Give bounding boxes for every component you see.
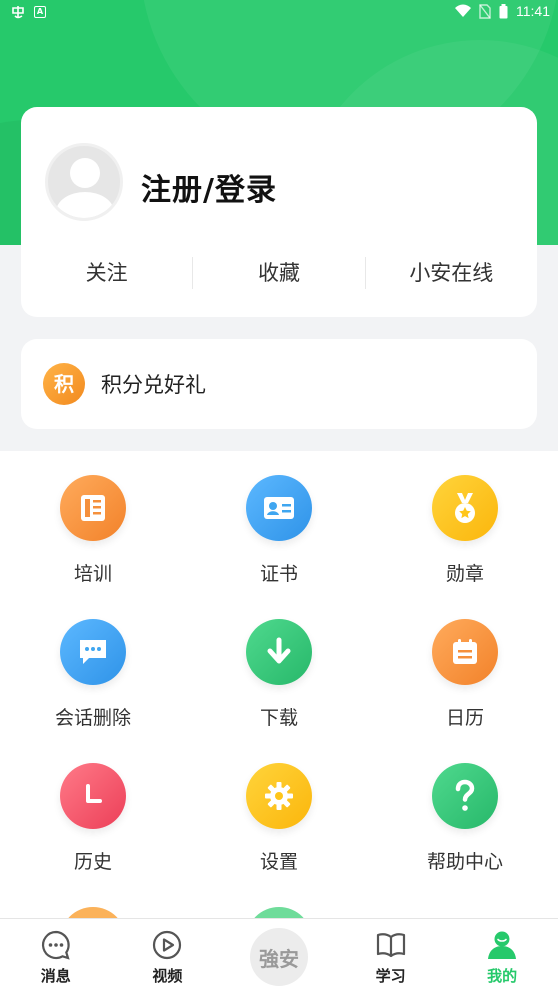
grid-item-settings[interactable]: 设置 xyxy=(186,763,372,874)
certificate-icon xyxy=(246,475,312,541)
stat-favorites[interactable]: 收藏 xyxy=(193,255,364,291)
grid-label: 帮助中心 xyxy=(426,851,503,873)
tab-label: 消息 xyxy=(40,967,71,985)
wifi-icon xyxy=(455,4,471,17)
tab-video[interactable]: 视频 xyxy=(112,919,224,992)
tab-label: 视频 xyxy=(152,967,183,985)
no-sim-icon xyxy=(479,3,491,19)
points-exchange-label: 积分兑好礼 xyxy=(101,373,206,397)
grid-item-calendar[interactable]: 日历 xyxy=(372,619,558,730)
grid-label: 设置 xyxy=(259,851,298,873)
login-register-link[interactable]: 注册/登录 xyxy=(141,165,277,209)
clock-icon xyxy=(60,763,126,829)
function-grid: 培训 证书 勋章 会话删除 下载 日历 历史 设置 帮助中心 xyxy=(0,451,558,973)
grid-label: 证书 xyxy=(259,563,298,585)
tab-study[interactable]: 学习 xyxy=(335,919,447,992)
message-icon xyxy=(0,919,112,965)
grid-item-medal[interactable]: 勋章 xyxy=(372,475,558,586)
grid-label: 下载 xyxy=(259,707,298,729)
chat-bubble-icon xyxy=(60,619,126,685)
stat-online-service[interactable]: 小安在线 xyxy=(366,255,537,291)
grid-label: 勋章 xyxy=(445,563,484,585)
center-logo: 強安 xyxy=(249,928,308,986)
points-exchange-card[interactable]: 积 积分兑好礼 xyxy=(21,339,537,429)
video-icon xyxy=(112,919,224,965)
tab-mine[interactable]: 我的 xyxy=(446,919,558,992)
a-notification-icon: A xyxy=(34,6,46,18)
tab-label: 学习 xyxy=(375,967,406,985)
stat-follow[interactable]: 关注 xyxy=(21,255,192,291)
download-icon xyxy=(246,619,312,685)
grid-item-training[interactable]: 培训 xyxy=(0,475,186,586)
grid-item-history[interactable]: 历史 xyxy=(0,763,186,874)
grid-item-download[interactable]: 下载 xyxy=(186,619,372,730)
gear-icon xyxy=(246,763,312,829)
tab-messages[interactable]: 消息 xyxy=(0,919,112,992)
person-icon xyxy=(446,919,558,965)
app-notification-icon xyxy=(12,6,24,19)
medal-icon xyxy=(432,475,498,541)
avatar[interactable] xyxy=(45,143,123,221)
profile-stats: 关注 收藏 小安在线 xyxy=(21,255,537,291)
grid-item-delete-conversation[interactable]: 会话删除 xyxy=(0,619,186,730)
question-icon xyxy=(432,763,498,829)
grid-item-certificate[interactable]: 证书 xyxy=(186,475,372,586)
grid-label: 会话删除 xyxy=(54,707,131,729)
status-bar: A 11:41 xyxy=(0,0,558,24)
grid-label: 培训 xyxy=(73,563,112,585)
bottom-tab-bar: 消息 视频 強安 学习 我的 xyxy=(0,918,558,992)
points-icon: 积 xyxy=(43,363,85,405)
book-icon xyxy=(60,475,126,541)
grid-item-help-center[interactable]: 帮助中心 xyxy=(372,763,558,874)
grid-label: 历史 xyxy=(73,851,112,873)
grid-label: 日历 xyxy=(445,707,484,729)
status-time: 11:41 xyxy=(516,3,550,19)
profile-card: 注册/登录 关注 收藏 小安在线 xyxy=(21,107,537,317)
open-book-icon xyxy=(335,919,447,965)
battery-icon xyxy=(499,3,508,18)
tab-label: 我的 xyxy=(487,967,518,985)
calendar-icon xyxy=(432,619,498,685)
tab-home-center[interactable]: 強安 xyxy=(223,919,335,992)
